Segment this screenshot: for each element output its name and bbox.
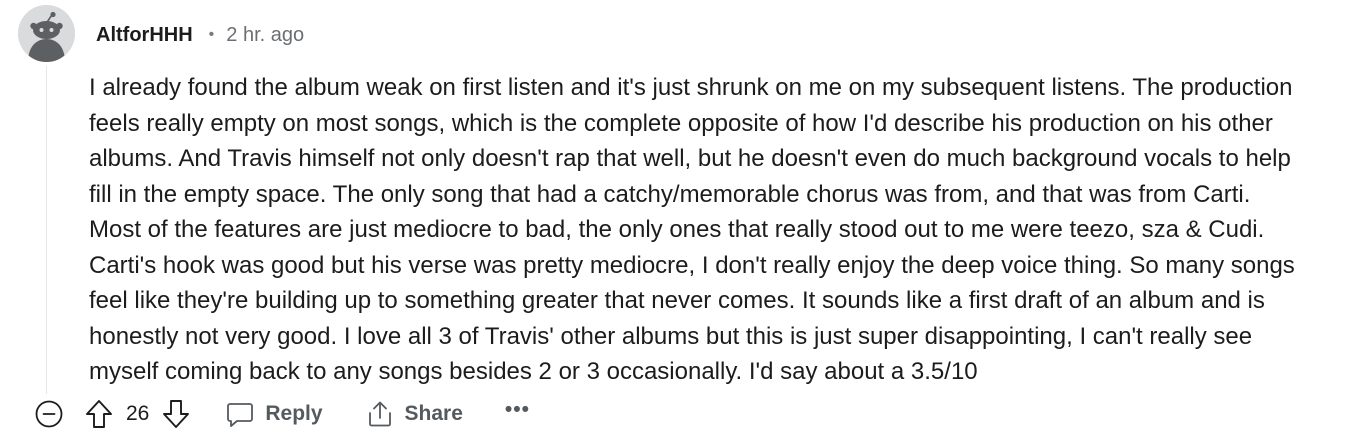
comment-line: Most of the features are just mediocre t… <box>89 216 1265 243</box>
collapse-button[interactable] <box>32 397 66 431</box>
comment-line: Carti's hook was good but his verse was … <box>89 251 1295 279</box>
share-button[interactable]: Share <box>365 399 463 429</box>
share-icon <box>368 401 391 427</box>
more-options-button[interactable]: ••• <box>505 398 530 422</box>
reply-button[interactable]: Reply <box>225 399 323 429</box>
comment-line: feels really empty on most songs, which … <box>89 109 1273 137</box>
comment-line: fill in the empty space. The only song t… <box>89 180 1251 208</box>
comment: AltforHHH • 2 hr. ago I already found th… <box>0 0 1347 441</box>
comment-line: feel like they're building up to somethi… <box>89 287 1265 314</box>
share-label: Share <box>404 402 463 425</box>
meta-separator: • <box>208 26 215 43</box>
comment-actions: 26 Reply Share ••• <box>32 393 530 435</box>
more-options-icon: ••• <box>504 398 530 421</box>
username[interactable]: AltforHHH <box>96 24 193 47</box>
comment-line: myself coming back to any songs besides … <box>89 358 978 385</box>
collapse-minus-icon <box>35 400 63 428</box>
avatar[interactable] <box>18 5 75 62</box>
comment-header: AltforHHH • 2 hr. ago <box>96 21 304 49</box>
downvote-button[interactable] <box>161 398 191 430</box>
vote-group: 26 <box>84 398 191 430</box>
reply-label: Reply <box>265 402 323 425</box>
comment-body: I already found the album weak on first … <box>89 70 1337 390</box>
comment-line: I already found the album weak on first … <box>89 74 1293 101</box>
upvote-button[interactable] <box>84 398 114 430</box>
comment-line: honestly not very good. I love all 3 of … <box>89 322 1253 350</box>
downvote-arrow-icon <box>163 400 190 428</box>
reply-bubble-icon <box>227 403 254 427</box>
thread-line[interactable] <box>46 66 47 394</box>
timestamp[interactable]: 2 hr. ago <box>226 24 304 47</box>
comment-line: albums. And Travis himself not only does… <box>89 145 1291 172</box>
vote-score: 26 <box>126 402 150 425</box>
upvote-arrow-icon <box>86 400 112 428</box>
reddit-snoo-avatar-icon <box>18 5 75 62</box>
